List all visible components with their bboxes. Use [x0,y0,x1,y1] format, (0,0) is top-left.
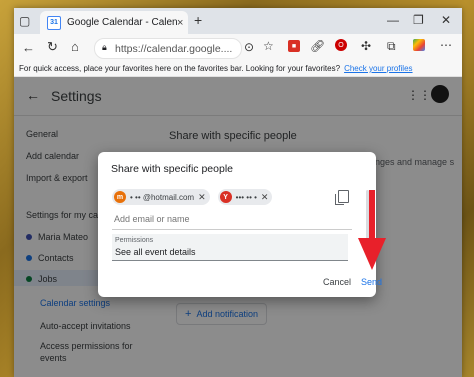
more-menu-icon[interactable]: ⋯ [440,38,452,52]
url-text: https://calendar.google.... [115,42,233,55]
permissions-select[interactable]: Permissions See all event details [112,234,348,261]
minimize-button[interactable]: — [387,13,399,27]
address-bar[interactable]: 🔒︎ https://calendar.google.... [94,38,242,59]
remove-chip-icon[interactable]: ✕ [198,192,206,203]
red-arrow-annotation [358,190,386,270]
profile-extension-icon[interactable] [413,39,425,51]
extension-icon[interactable]: ■ [288,40,300,52]
recipient-chips: m • •• @hotmail.com ✕ Y ••• •• • ✕ [112,189,280,205]
add-email-input[interactable] [112,209,352,230]
reader-icon[interactable]: ⊙ [244,40,254,54]
browser-tab[interactable]: 31 Google Calendar - Calendar setti × [40,11,188,34]
lock-icon: 🔒︎ [102,42,107,52]
favorites-bar: For quick access, place your favorites h… [14,61,462,77]
home-icon[interactable]: ⌂ [71,39,79,54]
new-tab-button[interactable]: + [194,12,202,28]
back-icon[interactable]: ← [22,40,35,55]
extensions-puzzle-icon[interactable]: ✣ [361,39,371,53]
chip-email: • •• @hotmail.com [130,192,195,202]
dialog-title: Share with specific people [111,163,233,175]
permissions-label: Permissions [115,237,154,244]
recipient-chip[interactable]: m • •• @hotmail.com ✕ [112,189,210,205]
browser-window: ▢ 31 Google Calendar - Calendar setti × … [14,8,462,377]
tab-actions-icon[interactable]: ▢ [19,14,30,28]
chip-email: ••• •• • [235,192,257,202]
send-button[interactable]: Send [357,275,386,289]
maximize-button[interactable]: ❐ [413,13,424,27]
adblock-icon[interactable]: O [335,39,347,51]
calendar-favicon-icon: 31 [47,15,61,30]
recipient-chip[interactable]: Y ••• •• • ✕ [217,189,273,205]
link-icon[interactable]: 🔗︎ [310,39,325,53]
share-dialog: Share with specific people m • •• @hotma… [98,152,382,297]
tab-strip: ▢ 31 Google Calendar - Calendar setti × … [14,8,462,34]
close-window-button[interactable]: ✕ [441,13,451,27]
check-profiles-link[interactable]: Check your profiles [344,64,412,73]
cancel-button[interactable]: Cancel [319,275,355,289]
avatar: Y [219,191,232,203]
tab-title: Google Calendar - Calendar setti [67,17,177,28]
avatar: m [114,191,126,203]
copy-icon[interactable] [335,190,349,205]
favorite-star-icon[interactable]: ☆ [263,39,274,53]
refresh-icon[interactable]: ↻ [47,39,58,55]
permissions-value: See all event details [115,247,196,257]
favorites-bar-text: For quick access, place your favorites h… [19,64,341,73]
remove-chip-icon[interactable]: ✕ [261,192,269,203]
navigation-bar: ← ↻ ⌂ 🔒︎ https://calendar.google.... ⊙ ☆… [14,34,462,61]
collections-icon[interactable]: ⧉ [387,39,396,54]
tab-close-icon[interactable]: × [177,17,183,29]
